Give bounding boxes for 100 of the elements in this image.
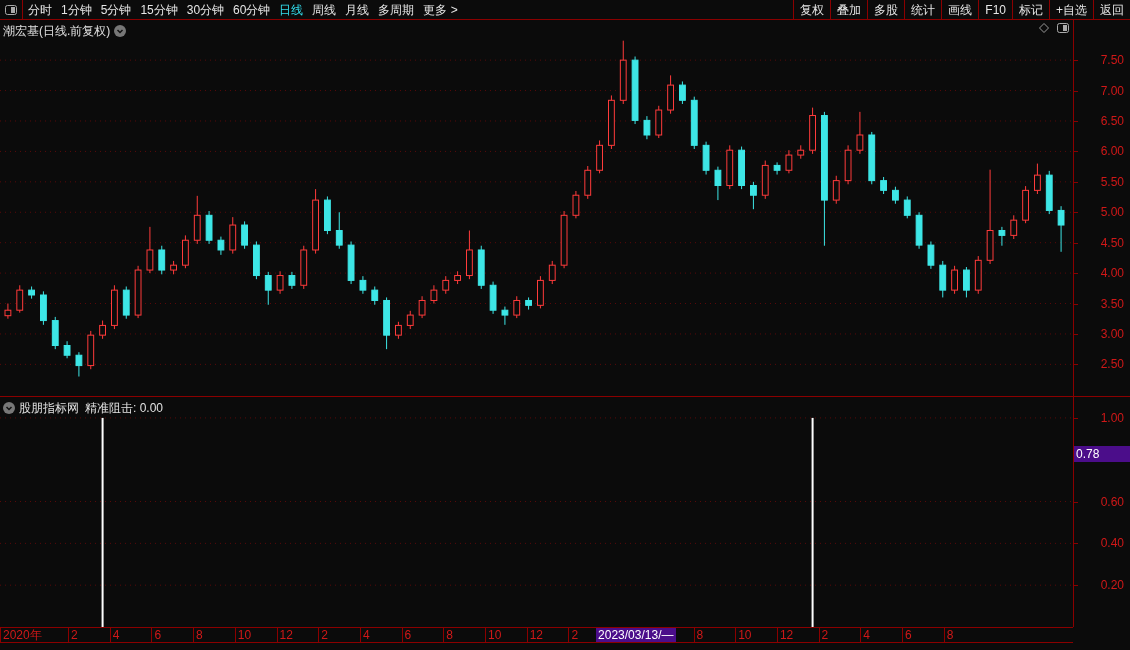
candlestick [371,286,379,306]
candlestick [974,255,982,295]
candlestick [1010,214,1018,240]
date-label: 2 [818,628,829,642]
candlestick [584,165,592,200]
axis-label: 5.00 [1100,205,1124,220]
date-label: 12 [776,628,794,642]
date-label: 4 [860,628,870,642]
axis-label: 7.00 [1100,83,1124,98]
candlestick [288,271,296,290]
candlestick [111,284,118,330]
period-tab[interactable]: 15分钟 [140,0,178,19]
candlestick [418,295,426,319]
candlestick [690,96,698,150]
candlestick [63,340,71,359]
candlestick [655,105,663,139]
candlestick [466,230,473,280]
candlestick [809,107,816,155]
axis-label: 2.50 [1100,357,1124,372]
diamond-icon[interactable] [1039,23,1049,33]
axis-label: 5.50 [1100,174,1124,189]
toolbar-button[interactable]: 叠加 [830,0,868,19]
panel-toggle-icon[interactable] [1057,23,1069,33]
period-tab[interactable]: 30分钟 [186,0,225,19]
candlestick [880,176,887,195]
candlestick [477,245,485,290]
toolbar-button[interactable]: 画线 [941,0,979,19]
date-label: 2 [568,628,579,642]
candlestick [797,144,805,160]
candlestick [572,190,580,219]
candlestick [903,195,911,219]
candlestick [525,296,532,311]
axis-label: 4.50 [1100,235,1124,250]
date-label: 8 [693,628,704,642]
date-label: 10 [234,628,252,642]
toolbar-button[interactable]: F10 [978,0,1012,19]
axis-label: 6.50 [1100,114,1124,128]
candlestick [253,240,260,280]
candlestick [832,175,840,205]
period-tab[interactable]: 60分钟 [233,0,271,19]
candlestick [442,275,450,295]
date-label: 12 [276,628,293,642]
toolbar-button[interactable]: 返回 [1093,0,1130,19]
candlestick [264,271,272,306]
candlestick [679,80,686,105]
candlestick [927,240,935,270]
candlestick [158,245,166,275]
toolbar-button[interactable]: 统计 [904,0,942,19]
period-tab[interactable]: 5分钟 [100,0,132,19]
candlestick [844,144,852,185]
panel-toggle-icon[interactable] [5,4,17,15]
chevron-down-icon[interactable] [114,25,127,37]
axis-label: 3.50 [1100,296,1124,311]
candlestick [667,74,674,115]
toolbar-button[interactable]: 标记 [1012,0,1049,19]
axis-label: 0.60 [1100,494,1124,509]
candlestick [300,245,308,290]
axis-label: 7.50 [1100,53,1124,68]
candlestick [99,320,106,340]
candlestick [548,260,556,285]
candlestick [40,290,47,326]
candlestick [146,226,154,274]
candlestick [134,265,142,319]
date-label: 6 [151,628,162,642]
toolbar-button[interactable]: 复权 [793,0,831,19]
toolbar-button[interactable]: +自选 [1049,0,1093,19]
axis-label: 6.00 [1100,144,1124,159]
candlestick [276,270,284,295]
candlestick [312,188,319,255]
candlestick [537,275,544,309]
candlestick [193,195,201,245]
candlestick [87,330,95,370]
candlestick [608,94,615,150]
toolbar-button[interactable]: 多股 [867,0,905,19]
current-value-badge: 0.78 [1074,446,1130,462]
candlestick [643,115,651,140]
period-tab[interactable]: 更多 > [423,0,458,19]
period-tab[interactable]: 多周期 [378,0,415,19]
candlestick [1045,170,1053,215]
candlestick [229,216,237,255]
chevron-down-icon[interactable] [3,402,15,414]
candlestick [726,144,734,190]
period-tab[interactable]: 分时 [28,0,52,19]
candlestick [915,211,923,250]
period-tab[interactable]: 周线 [312,0,337,19]
date-label: 2 [68,628,78,642]
axis-label: 1.00 [1100,410,1124,425]
date-label: 8 [443,628,453,642]
date-label: 12 [526,628,544,642]
candlestick [738,146,745,190]
period-tab[interactable]: 日线 [279,0,304,19]
candlestick [430,284,438,304]
candlestick [406,310,414,330]
candlestick [75,351,83,378]
candlestick [335,211,343,250]
date-label: 4 [359,628,370,642]
period-tab[interactable]: 1分钟 [61,0,92,19]
candlestick [761,160,769,200]
candlestick [51,316,59,350]
period-tab[interactable]: 月线 [345,0,370,19]
